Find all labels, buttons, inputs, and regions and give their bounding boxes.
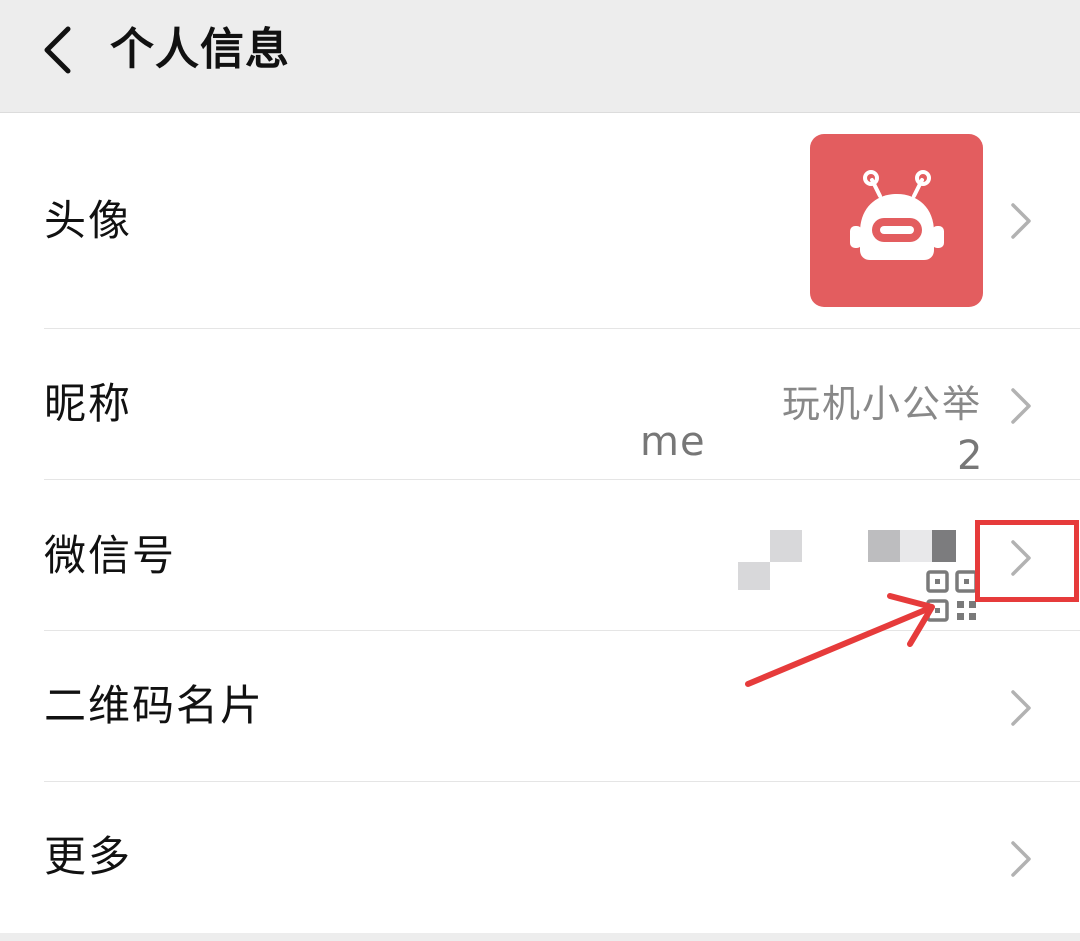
back-button[interactable] xyxy=(22,10,92,90)
mosaic-block xyxy=(932,530,956,562)
row-avatar[interactable]: 头像 xyxy=(0,113,1080,329)
chevron-right-icon xyxy=(1004,199,1038,243)
page-title: 个人信息 xyxy=(110,24,290,75)
chevron-right-icon xyxy=(1004,837,1038,881)
wechat-id-prefix: me xyxy=(640,419,706,465)
row-label: 更多 xyxy=(44,832,133,881)
chevron-right-icon xyxy=(1004,384,1038,428)
row-label: 头像 xyxy=(44,196,133,245)
mosaic-block xyxy=(770,530,802,562)
profile-settings-list: 头像 昵称 玩机小公举 微信号 二维码名片 更多 xyxy=(0,113,1080,933)
robot-avatar-icon xyxy=(849,169,944,260)
bottom-strip xyxy=(0,933,1080,941)
mosaic-block xyxy=(868,530,900,562)
annotation-arrow-icon xyxy=(745,593,935,687)
chevron-right-icon xyxy=(1004,686,1038,730)
row-label: 昵称 xyxy=(44,379,133,428)
mosaic-block xyxy=(900,530,932,562)
row-label: 二维码名片 xyxy=(44,681,265,730)
nav-bar: 个人信息 xyxy=(0,0,1080,113)
row-more[interactable]: 更多 xyxy=(0,782,1080,933)
row-label: 微信号 xyxy=(44,531,177,580)
annotation-highlight-box xyxy=(975,520,1079,602)
wechat-id-suffix: 2 xyxy=(957,433,983,479)
avatar[interactable] xyxy=(810,134,983,307)
row-nickname[interactable]: 昵称 玩机小公举 xyxy=(0,329,1080,480)
chevron-left-icon xyxy=(44,26,71,74)
nickname-value: 玩机小公举 xyxy=(781,382,982,426)
